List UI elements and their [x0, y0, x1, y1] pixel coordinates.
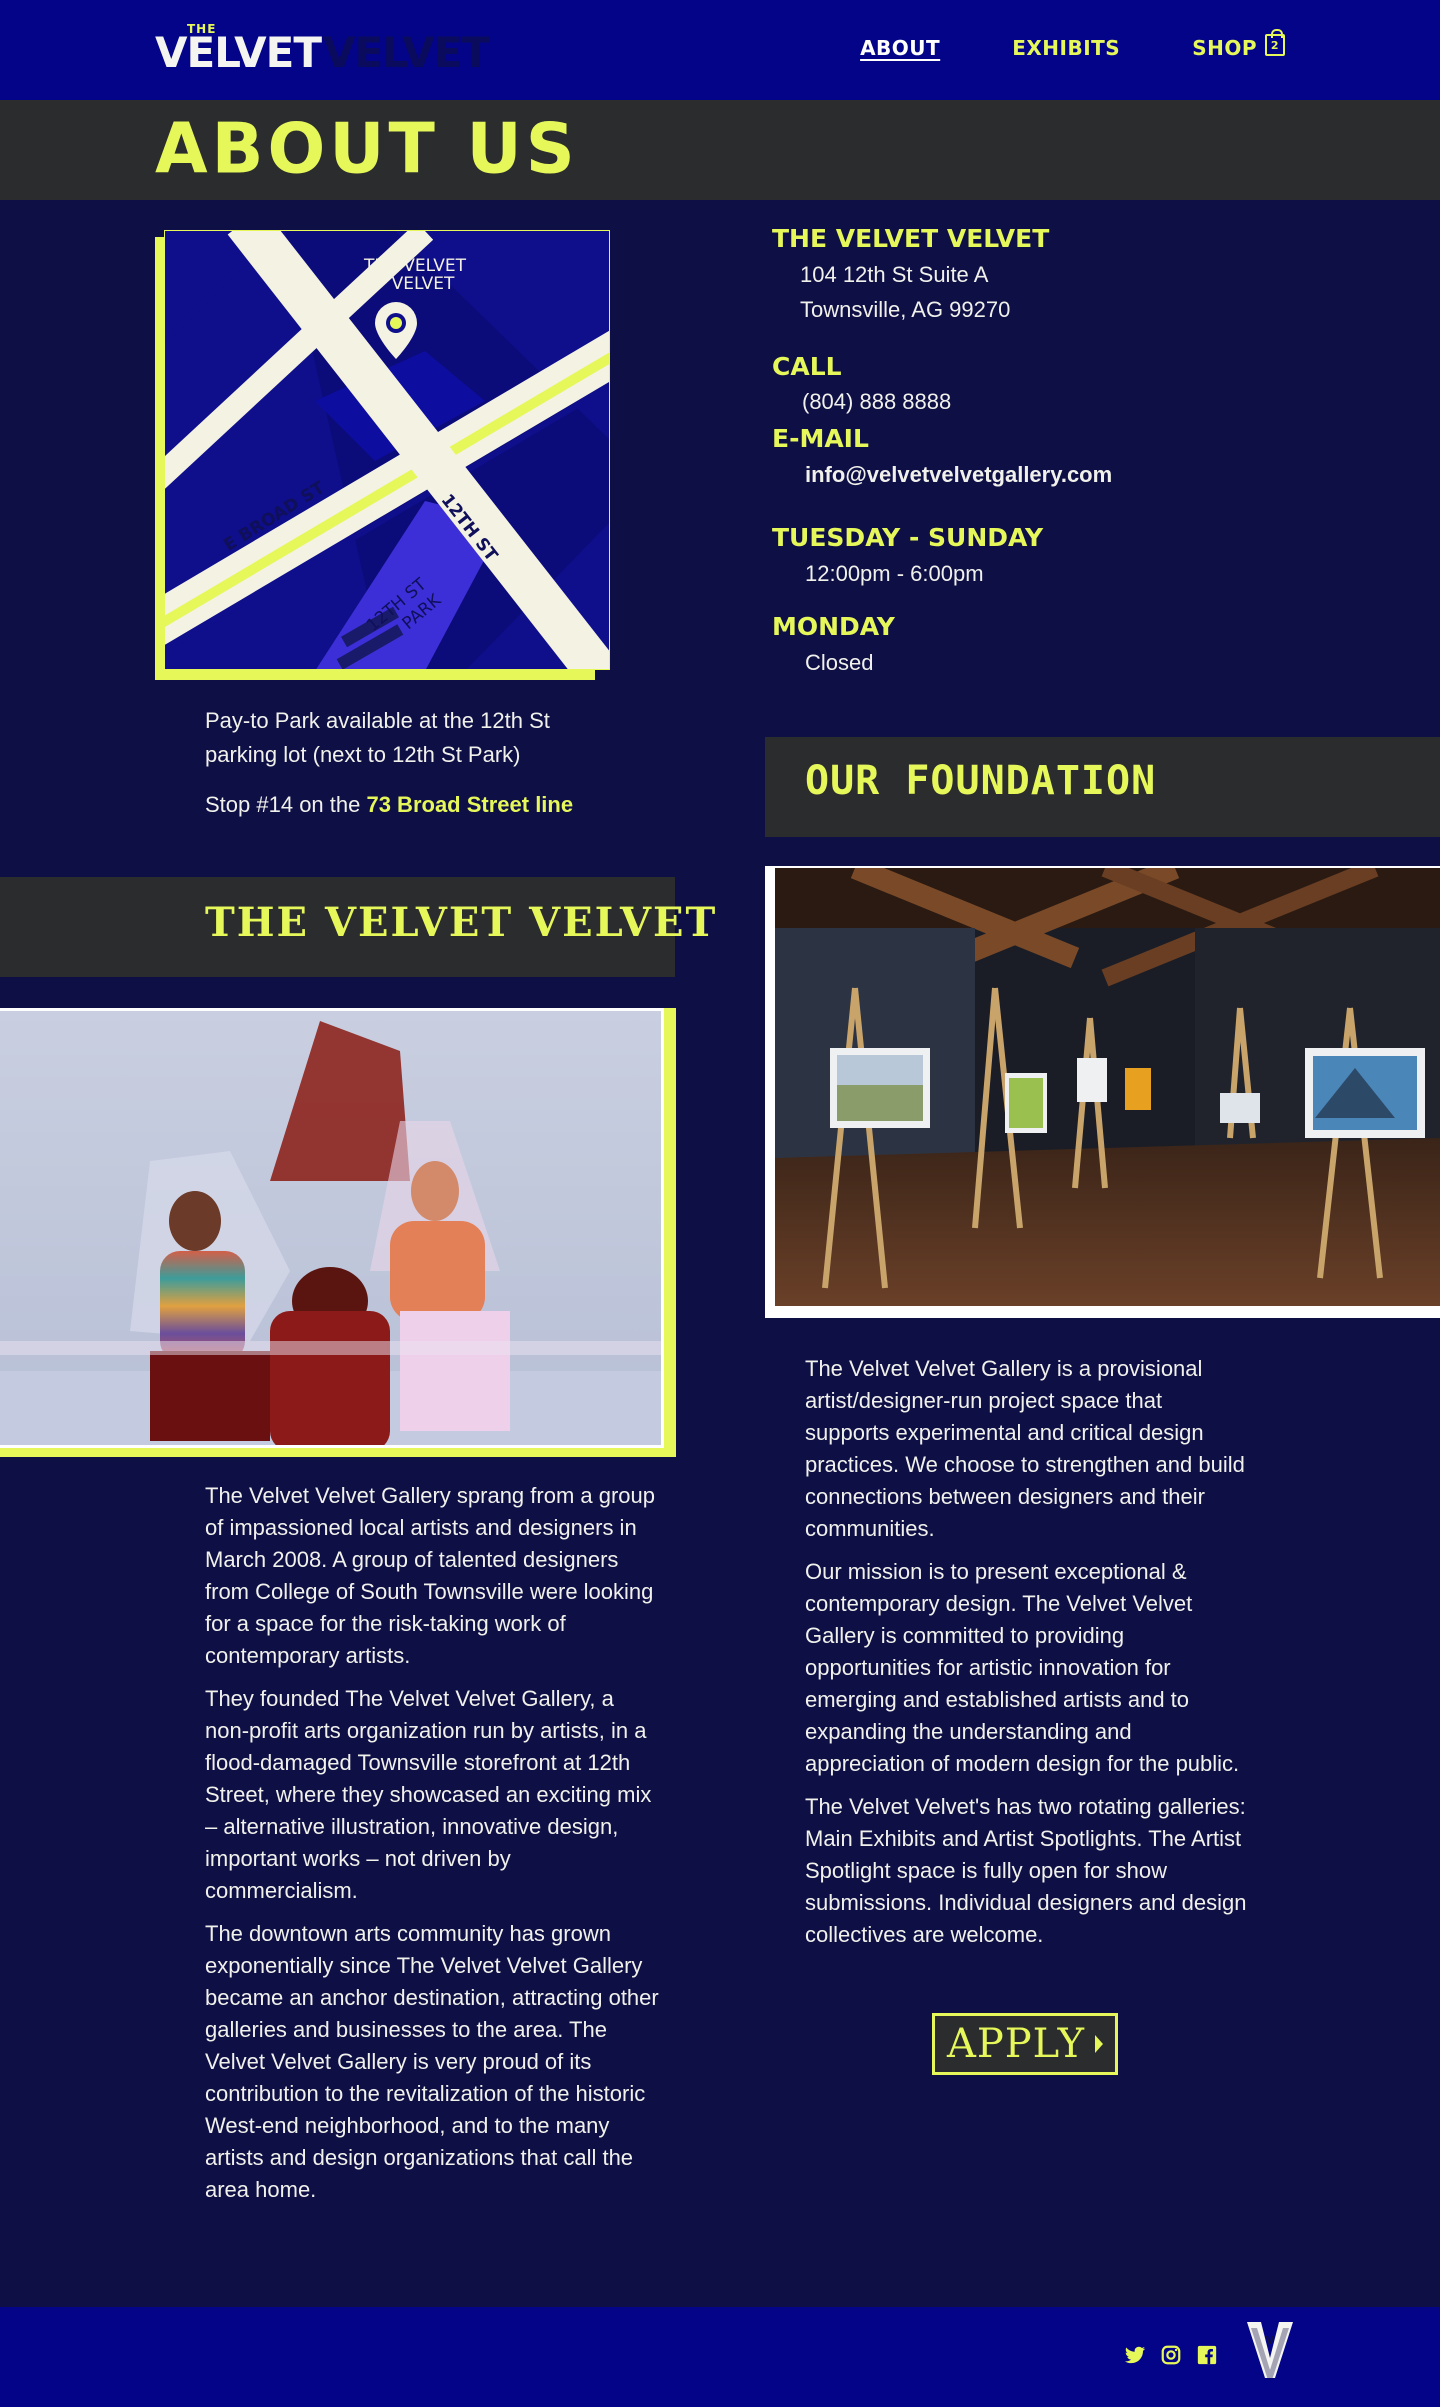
hours-tue-sun: 12:00pm - 6:00pm: [805, 561, 984, 586]
email-address[interactable]: info@velvetvelvetgallery.com: [805, 462, 1112, 488]
address-line-1: 104 12th St Suite A: [800, 262, 989, 287]
foundation-paragraph: Our mission is to present exceptional & …: [805, 1559, 1240, 1776]
foundation-title: OUR FOUNDATION: [805, 758, 1157, 804]
hours-tue-sun-label: TUESDAY - SUNDAY: [772, 523, 1044, 552]
chevron-right-icon: [1095, 2035, 1104, 2053]
transit-line-link[interactable]: 73 Broad Street line: [366, 792, 573, 817]
nav-shop-label: SHOP: [1192, 36, 1257, 60]
parking-line-2: parking lot (next to 12th St Park): [205, 742, 521, 767]
call-label: CALL: [772, 352, 842, 381]
twitter-icon[interactable]: [1124, 2344, 1146, 2366]
foundation-paragraph: The Velvet Velvet Gallery is a provision…: [805, 1356, 1245, 1541]
hours-monday: Closed: [805, 650, 874, 675]
history-paragraph: They founded The Velvet Velvet Gallery, …: [205, 1686, 652, 1903]
facebook-icon[interactable]: [1196, 2344, 1218, 2366]
transit-info: Stop #14 on the 73 Broad Street line: [205, 788, 665, 822]
parking-info: Pay-to Park available at the 12th St par…: [205, 704, 665, 772]
artists-photo: [0, 1008, 664, 1448]
phone-number[interactable]: (804) 888 8888: [802, 389, 951, 415]
history-paragraph: The Velvet Velvet Gallery sprang from a …: [205, 1483, 656, 1668]
shopping-bag-icon[interactable]: 2: [1265, 29, 1285, 56]
main-nav: ABOUT EXHIBITS SHOP 2: [860, 29, 1285, 60]
transit-prefix: Stop #14 on the: [205, 792, 367, 817]
footer: [0, 2307, 1440, 2407]
social-links: [1124, 2344, 1218, 2366]
footer-logo[interactable]: V: [1247, 2318, 1293, 2382]
nav-shop[interactable]: SHOP 2: [1192, 29, 1285, 60]
location-map[interactable]: THE VELVET VELVET E BROAD ST 12TH ST 12T…: [164, 230, 610, 670]
foundation-paragraph: The Velvet Velvet's has two rotating gal…: [805, 1794, 1247, 1947]
velvet-section-title: THE VELVET VELVET: [205, 899, 718, 946]
history-paragraph: The downtown arts community has grown ex…: [205, 1921, 659, 2202]
velvet-history-text: The Velvet Velvet Gallery sprang from a …: [205, 1480, 660, 2217]
address-line-2: Townsville, AG 99270: [800, 297, 1011, 322]
gallery-name-label: THE VELVET VELVET: [772, 224, 1050, 253]
foundation-text: The Velvet Velvet Gallery is a provision…: [805, 1353, 1250, 1962]
map-pin-label-2: VELVET: [392, 274, 455, 294]
page-title: ABOUT US: [155, 109, 579, 190]
footer-logo-letter: V: [1266, 2334, 1275, 2347]
logo-velvet-shadow: VELVET: [323, 28, 490, 77]
email-label: E-MAIL: [772, 424, 869, 453]
parking-line-1: Pay-to Park available at the 12th St: [205, 708, 550, 733]
hours-monday-label: MONDAY: [772, 612, 895, 641]
nav-exhibits[interactable]: EXHIBITS: [1012, 36, 1120, 60]
apply-label: APPLY: [946, 2021, 1086, 2067]
apply-button[interactable]: APPLY: [932, 2013, 1118, 2075]
map-pin-label-1: THE VELVET: [363, 256, 467, 276]
gallery-photo: [775, 868, 1440, 1306]
logo-velvet: VELVET: [155, 28, 322, 77]
instagram-icon[interactable]: [1160, 2344, 1182, 2366]
nav-about[interactable]: ABOUT: [860, 36, 940, 60]
